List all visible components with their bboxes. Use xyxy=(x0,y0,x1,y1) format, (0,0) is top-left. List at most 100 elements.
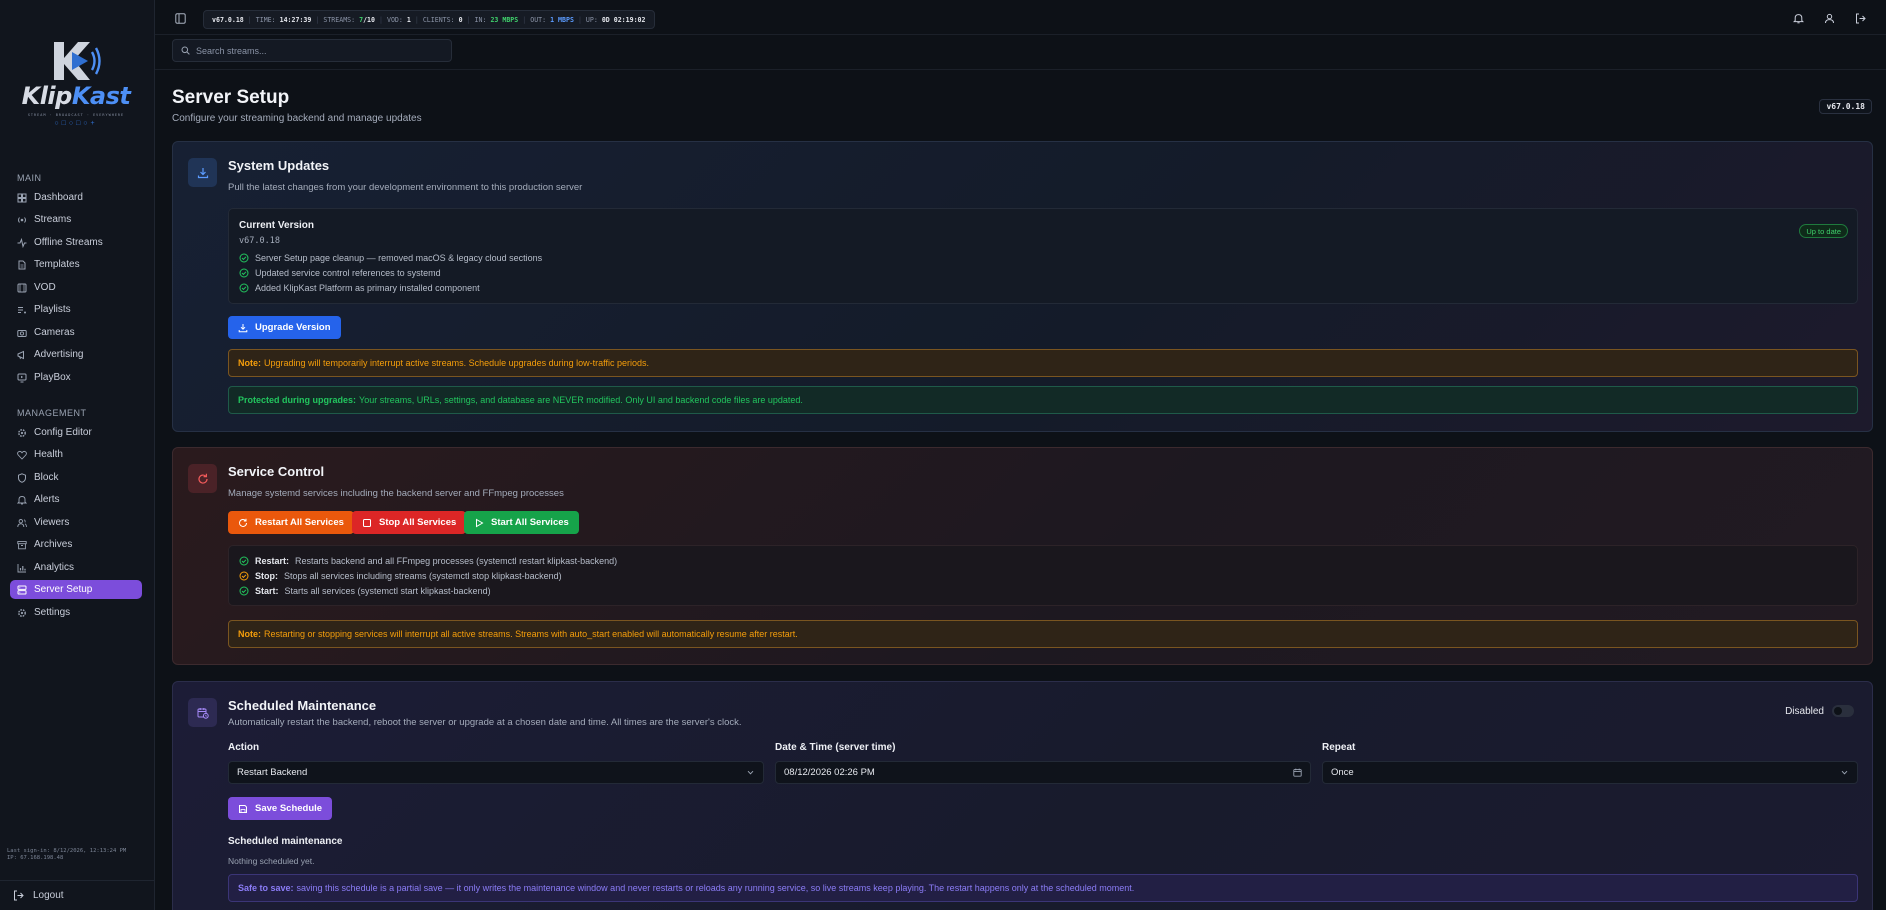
bell-icon[interactable] xyxy=(1793,13,1804,24)
sidebar-item-settings[interactable]: Settings xyxy=(10,603,142,622)
save-icon xyxy=(238,804,248,814)
heart-pulse-icon xyxy=(17,450,27,460)
save-schedule-button[interactable]: Save Schedule xyxy=(228,797,333,820)
sidebar-item-cameras[interactable]: Cameras xyxy=(10,323,142,342)
maintenance-toggle[interactable]: Disabled xyxy=(1785,705,1854,717)
check-circle-icon xyxy=(239,556,249,566)
service-control-desc: Manage systemd services including the ba… xyxy=(228,488,564,499)
upgrade-version-label: Upgrade Version xyxy=(255,322,331,333)
stats-vod: 1 xyxy=(406,15,411,24)
sidebar-toggle-icon[interactable] xyxy=(175,13,186,24)
service-info-text: Starts all services (systemctl start kli… xyxy=(284,586,491,596)
stats-streams-label: STREAMS: xyxy=(323,15,356,24)
sidebar-item-streams[interactable]: Streams xyxy=(10,210,142,229)
nav-section-management: MANAGEMENT xyxy=(17,408,87,418)
logo-tagline: STREAM · BROADCAST · EVERYWHERE xyxy=(27,113,125,117)
sidebar: KlipKast STREAM · BROADCAST · EVERYWHERE… xyxy=(0,0,155,910)
sidebar-item-label: Health xyxy=(34,449,63,460)
stats-clients-label: CLIENTS: xyxy=(422,15,455,24)
play-icon xyxy=(474,518,484,528)
calendar-clock-icon xyxy=(188,698,217,727)
change-text: Server Setup page cleanup — removed macO… xyxy=(255,253,543,263)
restart-all-services-button[interactable]: Restart All Services xyxy=(228,511,354,534)
sidebar-item-label: Viewers xyxy=(34,517,70,528)
server-icon xyxy=(17,585,27,595)
start-all-services-button[interactable]: Start All Services xyxy=(464,511,579,534)
calendar-icon[interactable] xyxy=(1293,768,1302,777)
search-bar[interactable] xyxy=(172,39,452,62)
stop-label: Stop All Services xyxy=(379,517,457,528)
users-icon xyxy=(17,518,27,528)
stop-all-services-button[interactable]: Stop All Services xyxy=(352,511,467,534)
user-icon[interactable] xyxy=(1824,13,1835,24)
logout-label: Logout xyxy=(33,890,64,901)
klipkast-logo[interactable]: KlipKast STREAM · BROADCAST · EVERYWHERE… xyxy=(16,38,136,133)
stats-streams-total: /10 xyxy=(363,15,375,24)
sidebar-item-label: Streams xyxy=(34,214,72,225)
scheduled-maintenance-title: Scheduled Maintenance xyxy=(228,698,377,713)
change-item: Updated service control references to sy… xyxy=(239,268,441,278)
sidebar-item-label: Cameras xyxy=(34,327,75,338)
sidebar-item-dashboard[interactable]: Dashboard xyxy=(10,188,142,207)
sidebar-item-label: Templates xyxy=(34,259,80,270)
service-info-text: Stops all services including streams (sy… xyxy=(284,571,562,581)
sidebar-item-health[interactable]: Health xyxy=(10,445,142,464)
last-signin-info: Last sign-in: 8/12/2026, 12:13:24 PM IP:… xyxy=(7,848,126,862)
logo-dots: ○□○□○+ xyxy=(54,120,98,127)
sidebar-item-label: Advertising xyxy=(34,349,84,360)
sidebar-item-playbox[interactable]: PlayBox xyxy=(10,368,142,387)
maintenance-switch[interactable] xyxy=(1832,705,1854,717)
stats-version: v67.0.18 xyxy=(212,15,244,24)
download-icon xyxy=(238,323,248,333)
sidebar-item-label: PlayBox xyxy=(34,372,71,383)
search-input[interactable] xyxy=(196,45,436,56)
bar-chart-icon xyxy=(17,563,27,573)
check-circle-icon xyxy=(239,283,249,293)
sidebar-item-advertising[interactable]: Advertising xyxy=(10,345,142,364)
protected-note-text: Your streams, URLs, settings, and databa… xyxy=(359,395,803,405)
protected-note: Protected during upgrades: Your streams,… xyxy=(228,386,1858,414)
system-updates-card: System Updates Pull the latest changes f… xyxy=(172,141,1873,432)
megaphone-icon xyxy=(17,350,27,360)
service-info-item: Restart: Restarts backend and all FFmpeg… xyxy=(239,556,617,566)
shield-icon xyxy=(17,472,27,483)
service-info-label: Stop: xyxy=(255,571,278,581)
last-signin: Last sign-in: 8/12/2026, 12:13:24 PM xyxy=(7,848,127,854)
sidebar-item-offline-streams[interactable]: Offline Streams xyxy=(10,233,142,252)
sidebar-item-vod[interactable]: VOD xyxy=(10,278,142,297)
sidebar-item-config-editor[interactable]: Config Editor xyxy=(10,423,142,442)
datetime-value: 08/12/2026 02:26 PM xyxy=(784,767,875,778)
film-icon xyxy=(17,283,27,293)
check-circle-icon xyxy=(239,586,249,596)
sidebar-item-viewers[interactable]: Viewers xyxy=(10,513,142,532)
safe-to-save-note: Safe to save: saving this schedule is a … xyxy=(228,874,1858,902)
service-note: Note: Restarting or stopping services wi… xyxy=(228,620,1858,648)
datetime-input[interactable]: 08/12/2026 02:26 PM xyxy=(775,761,1311,784)
sidebar-item-alerts[interactable]: Alerts xyxy=(10,490,142,509)
sidebar-item-playlists[interactable]: Playlists xyxy=(10,300,142,319)
logout-button[interactable]: Logout xyxy=(0,880,155,910)
upgrade-version-button[interactable]: Upgrade Version xyxy=(228,316,341,339)
sidebar-item-archives[interactable]: Archives xyxy=(10,535,142,554)
repeat-select[interactable]: Once xyxy=(1322,761,1858,784)
stats-out: 1 MBPS xyxy=(550,15,574,24)
dashboard-icon xyxy=(17,193,27,203)
change-item: Server Setup page cleanup — removed macO… xyxy=(239,253,542,263)
sidebar-item-label: Offline Streams xyxy=(34,237,103,248)
nav-section-main: MAIN xyxy=(17,173,42,183)
change-text: Added KlipKast Platform as primary insta… xyxy=(255,283,480,293)
settings-icon xyxy=(17,608,27,618)
action-select[interactable]: Restart Backend xyxy=(228,761,764,784)
camera-icon xyxy=(17,328,27,338)
current-version-label: Current Version xyxy=(239,220,315,231)
server-stats-bar: v67.0.18 | TIME: 14:27:39 | STREAMS: 7/1… xyxy=(203,10,655,29)
sidebar-item-templates[interactable]: Templates xyxy=(10,255,142,274)
datetime-label: Date & Time (server time) xyxy=(775,742,896,753)
sidebar-item-block[interactable]: Block xyxy=(10,468,142,487)
logout-icon[interactable] xyxy=(1855,13,1866,24)
sidebar-item-analytics[interactable]: Analytics xyxy=(10,558,142,577)
refresh-icon xyxy=(238,518,248,528)
sidebar-item-label: Dashboard xyxy=(34,192,83,203)
sidebar-item-server-setup[interactable]: Server Setup xyxy=(10,580,142,599)
check-circle-icon xyxy=(239,571,249,581)
